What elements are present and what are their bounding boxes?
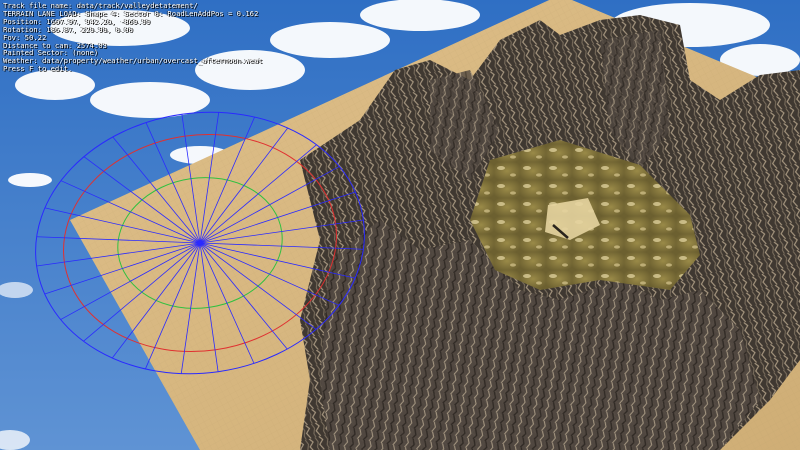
game-viewport[interactable]: Track file name: data/track/valleydetate… <box>0 0 800 450</box>
debug-text-overlay: Track file name: data/track/valleydetate… <box>3 2 263 73</box>
help-line: Press F to edit. <box>3 64 73 74</box>
